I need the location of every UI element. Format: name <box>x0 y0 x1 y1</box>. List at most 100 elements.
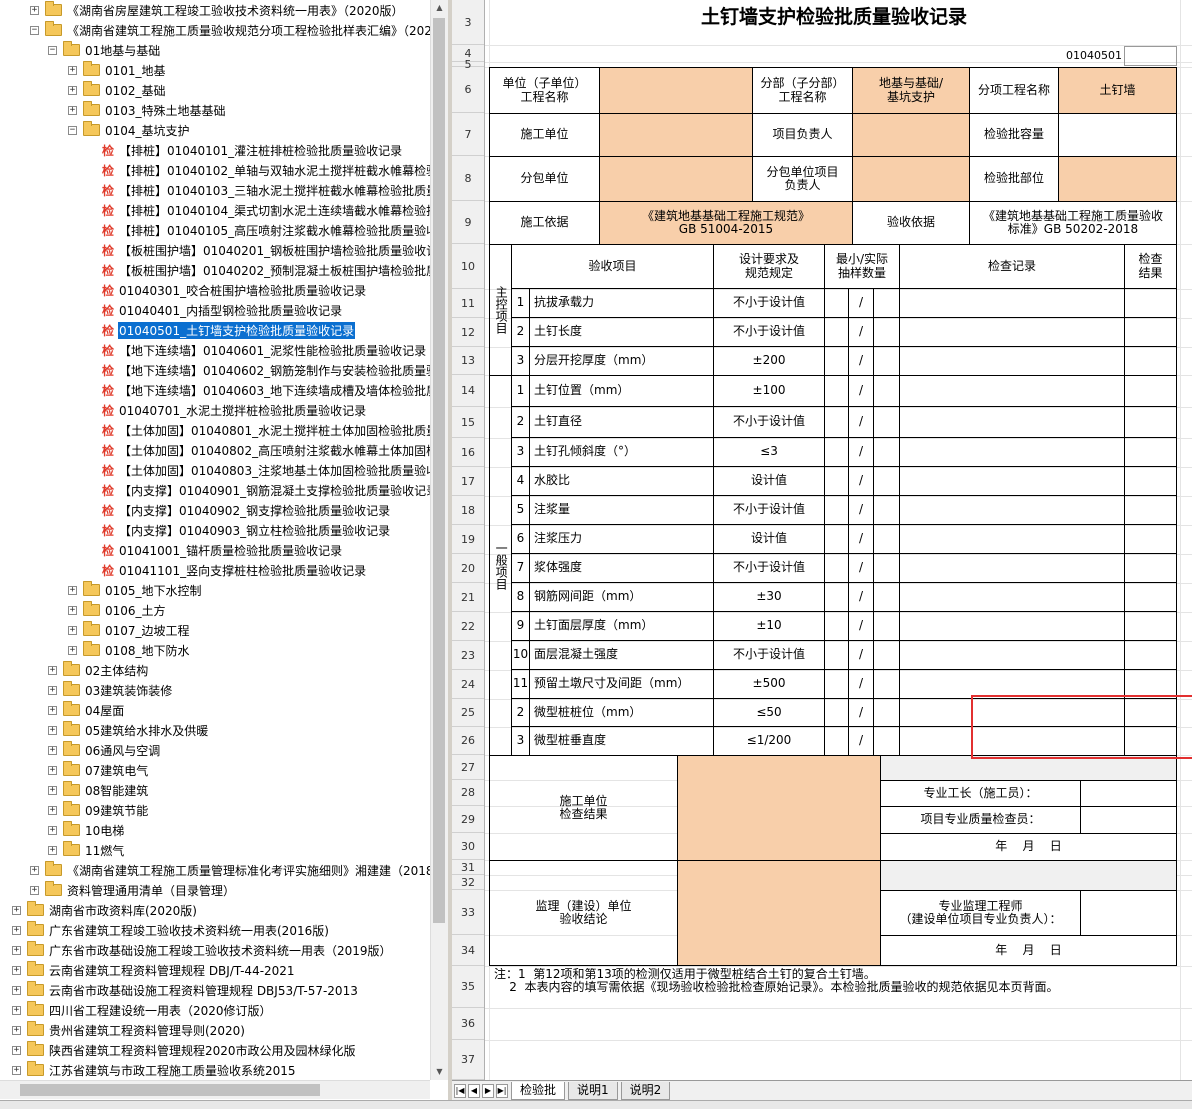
expand-icon[interactable]: + <box>68 625 77 635</box>
sample-min-cell[interactable] <box>824 582 849 612</box>
tree-item[interactable]: + 四川省工程建设统一用表（2020修订版） <box>12 1000 273 1020</box>
check-result-cell[interactable] <box>1124 524 1177 554</box>
tree-item[interactable]: + 陕西省建筑工程资料管理规程2020市政公用及园林绿化版 <box>12 1040 357 1060</box>
division-value[interactable]: 地基与基础/ 基坑支护 <box>852 67 970 114</box>
row-number[interactable]: 8 <box>452 156 484 201</box>
check-result-cell[interactable] <box>1124 346 1177 376</box>
sample-min-cell[interactable] <box>824 437 849 467</box>
row-number[interactable]: 27 <box>452 755 484 780</box>
row-number[interactable]: 17 <box>452 467 484 496</box>
row-number[interactable]: 33 <box>452 890 484 935</box>
sample-actual-cell[interactable] <box>873 406 900 438</box>
tree-item[interactable]: 检【排桩】01040101_灌注桩排桩检验批质量验收记录 <box>86 140 403 160</box>
code-input-cell[interactable] <box>1124 46 1177 66</box>
expand-icon[interactable]: + <box>30 5 39 15</box>
expand-icon[interactable]: + <box>68 105 77 115</box>
tree-vertical-scrollbar[interactable]: ▲ ▼ <box>430 0 448 1080</box>
row-number[interactable]: 20 <box>452 554 484 583</box>
sample-slash[interactable]: / <box>848 288 874 318</box>
tree-item[interactable]: +04屋面 <box>48 700 125 720</box>
tree-item[interactable]: +11燃气 <box>48 840 125 860</box>
sample-slash[interactable]: / <box>848 437 874 467</box>
row-number[interactable]: 35 <box>452 966 484 1008</box>
expand-icon[interactable]: + <box>48 685 57 695</box>
tree-item[interactable]: 检 01041101_竖向支撑桩柱检验批质量验收记录 <box>86 560 367 580</box>
sample-slash[interactable]: / <box>848 669 874 699</box>
expand-icon[interactable]: + <box>48 745 57 755</box>
tree-item[interactable]: 检【土体加固】01040802_高压喷射注浆截水帷幕土体加固检 <box>86 440 439 460</box>
check-record-cell[interactable] <box>899 288 1125 318</box>
tree-item[interactable]: + 广东省市政基础设施工程竣工验收技术资料统一用表（2019版） <box>12 940 393 960</box>
tree-item[interactable]: +10电梯 <box>48 820 125 840</box>
row-number[interactable]: 32 <box>452 875 484 890</box>
expand-icon[interactable]: + <box>68 585 77 595</box>
tree-item[interactable]: +0108_地下防水 <box>68 640 191 660</box>
tab-note1[interactable]: 说明1 <box>568 1082 618 1100</box>
sample-slash[interactable]: / <box>848 406 874 438</box>
scrollbar-thumb[interactable] <box>433 18 445 923</box>
tree-item[interactable]: 检【土体加固】01040803_注浆地基土体加固检验批质量验收 <box>86 460 439 480</box>
expand-icon[interactable]: + <box>48 765 57 775</box>
row-number[interactable]: 6 <box>452 67 484 113</box>
sample-slash[interactable]: / <box>848 524 874 554</box>
tree-item[interactable]: 检【排桩】01040105_高压喷射注浆截水帷幕检验批质量验收 <box>86 220 439 240</box>
sample-actual-cell[interactable] <box>873 437 900 467</box>
tree-item[interactable]: − 《湖南省建筑工程施工质量验收规范分项工程检验批样表汇编》（2020 <box>30 20 441 40</box>
row-number[interactable]: 10 <box>452 244 484 289</box>
sample-slash[interactable]: / <box>848 466 874 496</box>
row-number[interactable]: 26 <box>452 727 484 755</box>
tree-item[interactable]: +03建筑装饰装修 <box>48 680 173 700</box>
check-record-cell[interactable] <box>899 466 1125 496</box>
check-record-cell[interactable] <box>899 375 1125 407</box>
row-number[interactable]: 18 <box>452 496 484 525</box>
subcontractor-cell[interactable] <box>599 156 753 202</box>
tree-item[interactable]: 检 01041001_锚杆质量检验批质量验收记录 <box>86 540 343 560</box>
tree-item[interactable]: + 广东省建筑工程竣工验收技术资料统一用表(2016版) <box>12 920 330 940</box>
tree-item[interactable]: +05建筑给水排水及供暖 <box>48 720 209 740</box>
sample-actual-cell[interactable] <box>873 726 900 756</box>
tree-item[interactable]: +09建筑节能 <box>48 800 149 820</box>
check-record-cell[interactable] <box>899 406 1125 438</box>
row-number[interactable]: 37 <box>452 1040 484 1080</box>
expand-icon[interactable]: + <box>12 945 21 955</box>
sample-actual-cell[interactable] <box>873 553 900 583</box>
sample-slash[interactable]: / <box>848 640 874 670</box>
supervisor-date[interactable]: 年 月 日 <box>880 935 1177 966</box>
collapse-icon[interactable]: − <box>68 125 77 135</box>
row-number[interactable]: 30 <box>452 833 484 860</box>
check-result-cell[interactable] <box>1124 288 1177 318</box>
sample-min-cell[interactable] <box>824 346 849 376</box>
sample-min-cell[interactable] <box>824 317 849 347</box>
row-number[interactable]: 16 <box>452 438 484 467</box>
sample-min-cell[interactable] <box>824 375 849 407</box>
tree-item[interactable]: 检【内支撑】01040902_钢支撑检验批质量验收记录 <box>86 500 391 520</box>
tree-item[interactable]: 检【板桩围护墙】01040202_预制混凝土板桩围护墙检验批质 <box>86 260 439 280</box>
contractor-cell[interactable] <box>599 113 753 157</box>
tree-item[interactable]: + 云南省市政基础设施工程资料管理规程 DBJ53/T-57-2013 <box>12 980 359 1000</box>
expand-icon[interactable]: + <box>68 65 77 75</box>
row-number[interactable]: 34 <box>452 935 484 966</box>
sample-slash[interactable]: / <box>848 553 874 583</box>
row-number[interactable]: 3 <box>452 0 484 45</box>
check-record-cell[interactable] <box>899 524 1125 554</box>
check-result-cell[interactable] <box>1124 317 1177 347</box>
sample-actual-cell[interactable] <box>873 288 900 318</box>
contractor-check-cell[interactable] <box>677 755 881 861</box>
tree-item[interactable]: 检【内支撑】01040901_钢筋混凝土支撑检验批质量验收记录 <box>86 480 439 500</box>
sample-min-cell[interactable] <box>824 288 849 318</box>
sample-min-cell[interactable] <box>824 553 849 583</box>
check-result-cell[interactable] <box>1124 611 1177 641</box>
tree-item[interactable]: +0101_地基 <box>68 60 167 80</box>
expand-icon[interactable]: + <box>48 805 57 815</box>
location-cell[interactable] <box>1058 156 1177 202</box>
expand-icon[interactable]: + <box>12 925 21 935</box>
row-number[interactable]: 22 <box>452 612 484 641</box>
collapse-icon[interactable]: − <box>30 25 39 35</box>
check-result-cell[interactable] <box>1124 406 1177 438</box>
tree-item[interactable]: − 0104_基坑支护 <box>68 120 191 140</box>
sample-min-cell[interactable] <box>824 698 849 727</box>
first-sheet-icon[interactable]: |◀ <box>454 1084 466 1098</box>
tree-item[interactable]: +07建筑电气 <box>48 760 149 780</box>
check-record-cell[interactable] <box>899 317 1125 347</box>
sample-actual-cell[interactable] <box>873 582 900 612</box>
